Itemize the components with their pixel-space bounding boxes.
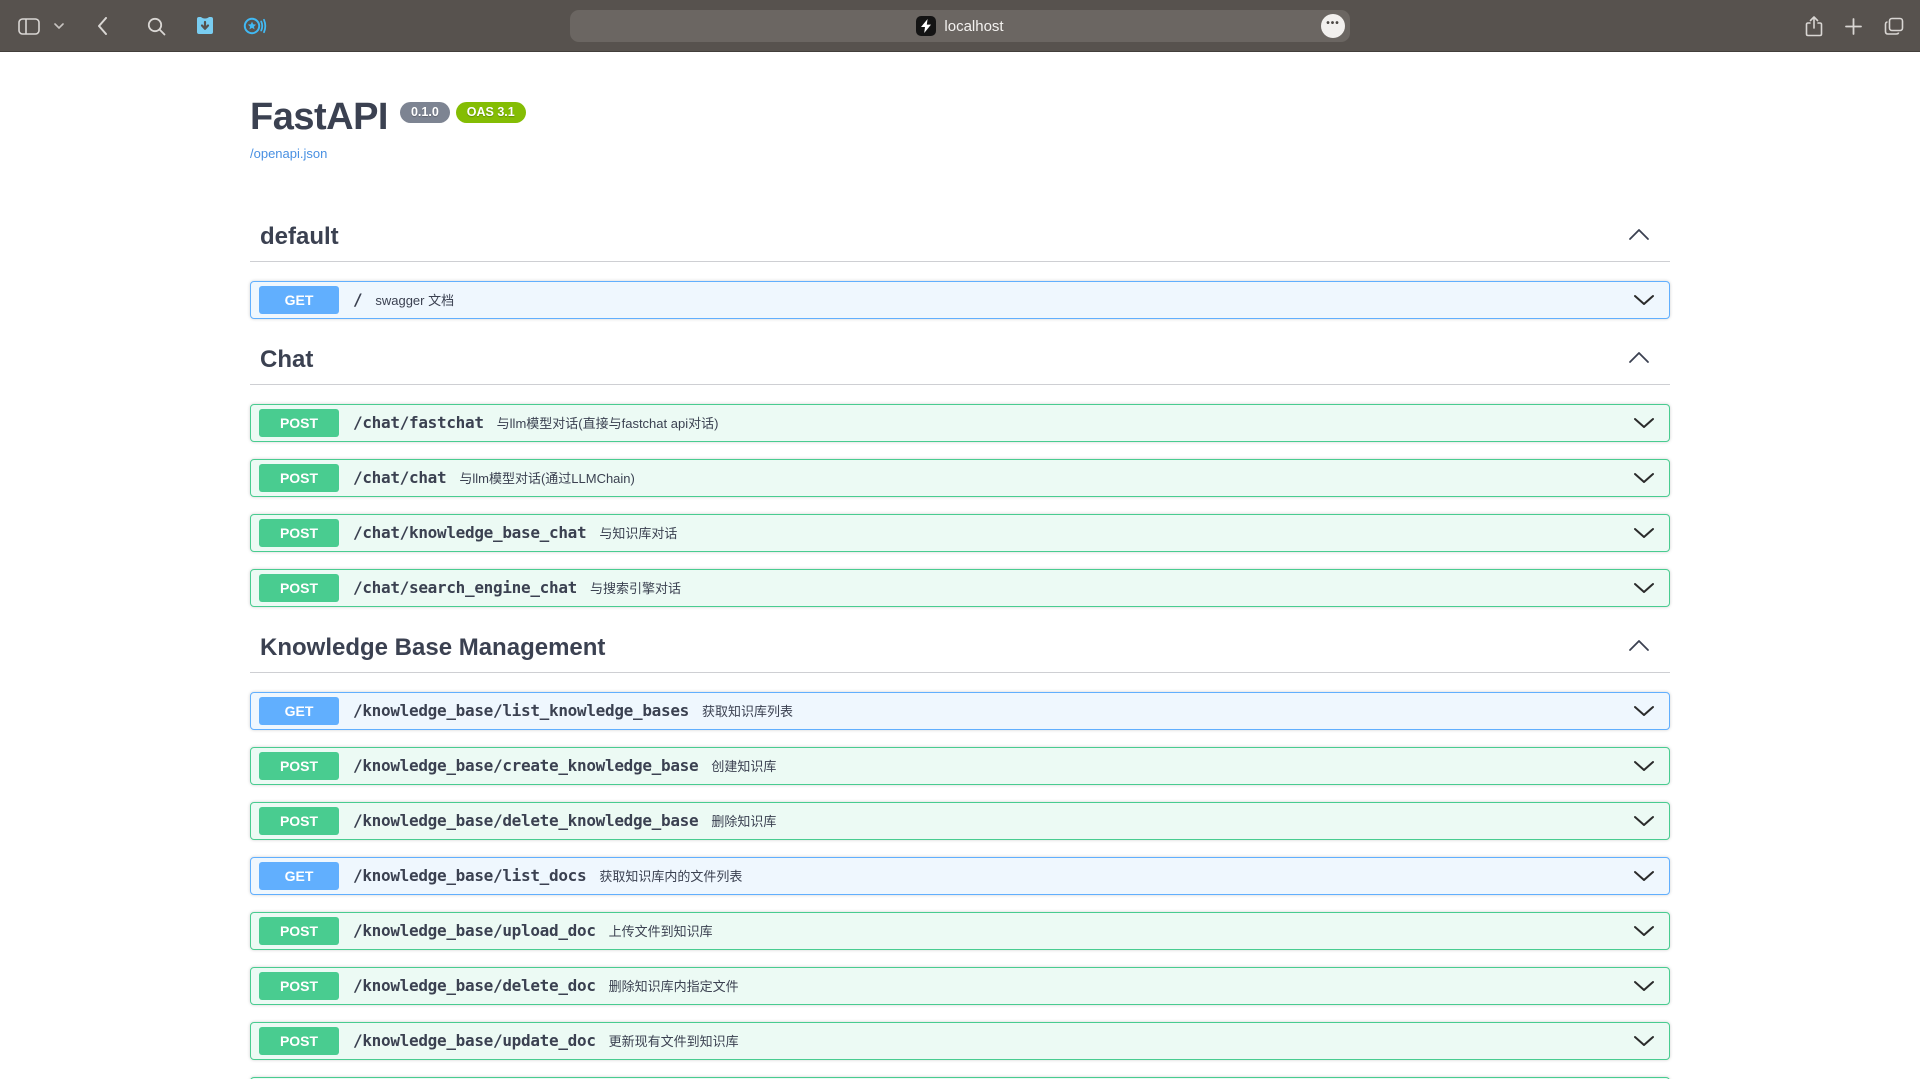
endpoint-description: swagger 文档 [375, 290, 454, 309]
http-method-badge: POST [259, 519, 339, 547]
http-method-badge: POST [259, 464, 339, 492]
endpoint-row[interactable]: POST /knowledge_base/delete_knowledge_ba… [250, 802, 1670, 840]
expand-chevron-down-icon[interactable] [1633, 527, 1655, 539]
endpoint-row[interactable]: GET / swagger 文档 [250, 281, 1670, 319]
page-title: FastAPI [250, 98, 388, 138]
endpoint-description: 删除知识库 [711, 811, 776, 830]
section-header[interactable]: default [250, 213, 1670, 262]
api-section: default GET / swagger 文档 [250, 213, 1670, 319]
section-header[interactable]: Chat [250, 336, 1670, 385]
openapi-spec-link[interactable]: /openapi.json [250, 146, 327, 161]
http-method-badge: POST [259, 574, 339, 602]
back-icon[interactable] [90, 8, 114, 44]
endpoint-path: /chat/chat [353, 468, 446, 487]
broadcast-extension-icon[interactable] [242, 8, 268, 44]
endpoint-row[interactable]: POST /chat/knowledge_base_chat 与知识库对话 [250, 514, 1670, 552]
endpoint-path: /chat/search_engine_chat [353, 578, 577, 597]
expand-chevron-down-icon[interactable] [1633, 294, 1655, 306]
page-settings-ellipsis-icon[interactable]: ••• [1321, 14, 1345, 38]
expand-chevron-down-icon[interactable] [1633, 472, 1655, 484]
endpoint-row[interactable]: GET /knowledge_base/list_knowledge_bases… [250, 692, 1670, 730]
http-method-badge: POST [259, 752, 339, 780]
endpoint-path: /chat/fastchat [353, 413, 484, 432]
sidebar-toggle-icon[interactable] [14, 8, 44, 44]
endpoint-path: /knowledge_base/update_doc [353, 1031, 596, 1050]
api-section: Knowledge Base Management GET /knowledge… [250, 624, 1670, 1079]
expand-chevron-down-icon[interactable] [1633, 582, 1655, 594]
browser-toolbar: localhost ••• [0, 0, 1920, 52]
api-section: Chat POST /chat/fastchat 与llm模型对话(直接与fas… [250, 336, 1670, 607]
section-title: default [260, 223, 339, 251]
address-bar[interactable]: localhost ••• [570, 10, 1350, 42]
collapse-chevron-up-icon[interactable] [1628, 639, 1650, 657]
expand-chevron-down-icon[interactable] [1633, 417, 1655, 429]
sidebar-menu-chevron-icon[interactable] [52, 8, 66, 44]
http-method-badge: POST [259, 807, 339, 835]
new-tab-plus-icon[interactable] [1845, 8, 1862, 44]
expand-chevron-down-icon[interactable] [1633, 925, 1655, 937]
endpoint-path: /knowledge_base/delete_doc [353, 976, 596, 995]
http-method-badge: GET [259, 697, 339, 725]
endpoint-row[interactable]: POST /chat/search_engine_chat 与搜索引擎对话 [250, 569, 1670, 607]
endpoint-path: /knowledge_base/create_knowledge_base [353, 756, 698, 775]
section-title: Chat [260, 346, 313, 374]
collapse-chevron-up-icon[interactable] [1628, 351, 1650, 369]
endpoint-row[interactable]: POST /chat/fastchat 与llm模型对话(直接与fastchat… [250, 404, 1670, 442]
endpoint-description: 删除知识库内指定文件 [609, 976, 739, 995]
endpoint-description: 上传文件到知识库 [609, 921, 713, 940]
site-favicon-lightning-icon [916, 16, 936, 36]
http-method-badge: POST [259, 409, 339, 437]
endpoint-row[interactable]: POST /chat/chat 与llm模型对话(通过LLMChain) [250, 459, 1670, 497]
api-sections: default GET / swagger 文档 Chat [250, 213, 1670, 1079]
http-method-badge: GET [259, 862, 339, 890]
endpoint-path: / [353, 290, 362, 309]
share-icon[interactable] [1805, 8, 1823, 44]
expand-chevron-down-icon[interactable] [1633, 870, 1655, 882]
endpoint-description: 获取知识库内的文件列表 [599, 866, 742, 885]
oas-badge: OAS 3.1 [456, 102, 526, 123]
version-badge: 0.1.0 [400, 102, 450, 123]
http-method-badge: POST [259, 917, 339, 945]
swagger-page: FastAPI 0.1.0 OAS 3.1 /openapi.json defa… [0, 52, 1920, 1079]
endpoint-description: 创建知识库 [711, 756, 776, 775]
endpoint-description: 与llm模型对话(通过LLMChain) [459, 468, 635, 487]
endpoint-path: /knowledge_base/upload_doc [353, 921, 596, 940]
search-icon[interactable] [144, 8, 168, 44]
endpoint-row[interactable]: POST /knowledge_base/update_doc 更新现有文件到知… [250, 1022, 1670, 1060]
section-header[interactable]: Knowledge Base Management [250, 624, 1670, 673]
endpoint-description: 与搜索引擎对话 [590, 578, 681, 597]
http-method-badge: POST [259, 972, 339, 1000]
endpoint-path: /knowledge_base/list_docs [353, 866, 586, 885]
url-text: localhost [944, 18, 1003, 35]
endpoint-path: /knowledge_base/delete_knowledge_base [353, 811, 698, 830]
endpoint-description: 与知识库对话 [599, 523, 677, 542]
tab-overview-icon[interactable] [1884, 8, 1904, 44]
http-method-badge: GET [259, 286, 339, 314]
endpoint-path: /knowledge_base/list_knowledge_bases [353, 701, 689, 720]
endpoint-row[interactable]: POST /knowledge_base/upload_doc 上传文件到知识库 [250, 912, 1670, 950]
expand-chevron-down-icon[interactable] [1633, 1035, 1655, 1047]
endpoint-row[interactable]: POST /knowledge_base/delete_doc 删除知识库内指定… [250, 967, 1670, 1005]
expand-chevron-down-icon[interactable] [1633, 705, 1655, 717]
expand-chevron-down-icon[interactable] [1633, 815, 1655, 827]
expand-chevron-down-icon[interactable] [1633, 980, 1655, 992]
endpoint-description: 与llm模型对话(直接与fastchat api对话) [497, 413, 719, 432]
api-info: FastAPI 0.1.0 OAS 3.1 /openapi.json [250, 52, 1670, 163]
endpoint-row[interactable]: POST /knowledge_base/recreate_vector_sto… [250, 1077, 1670, 1079]
endpoint-description: 获取知识库列表 [702, 701, 793, 720]
collapse-chevron-up-icon[interactable] [1628, 228, 1650, 246]
bookmark-extension-icon[interactable] [192, 8, 218, 44]
http-method-badge: POST [259, 1027, 339, 1055]
expand-chevron-down-icon[interactable] [1633, 760, 1655, 772]
endpoint-path: /chat/knowledge_base_chat [353, 523, 586, 542]
section-title: Knowledge Base Management [260, 634, 605, 662]
endpoint-row[interactable]: POST /knowledge_base/create_knowledge_ba… [250, 747, 1670, 785]
endpoint-description: 更新现有文件到知识库 [609, 1031, 739, 1050]
endpoint-row[interactable]: GET /knowledge_base/list_docs 获取知识库内的文件列… [250, 857, 1670, 895]
